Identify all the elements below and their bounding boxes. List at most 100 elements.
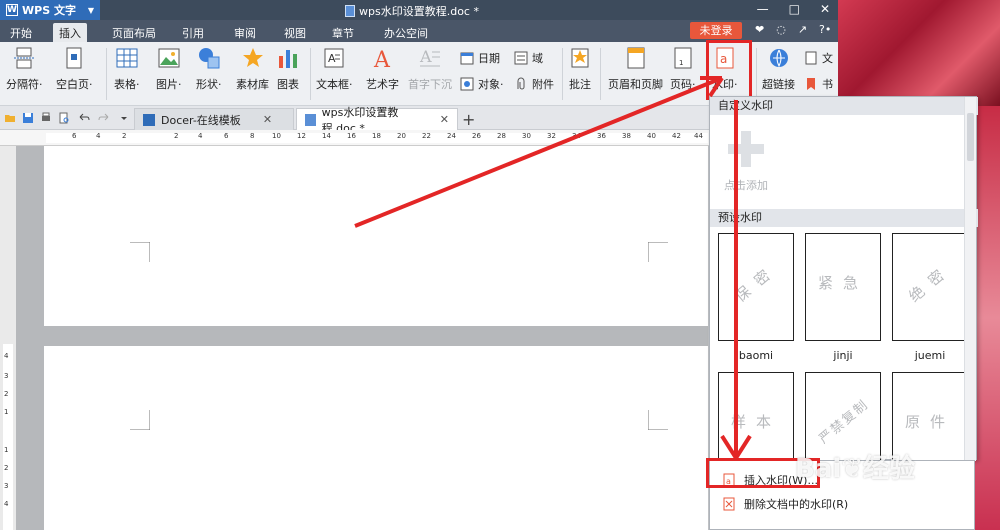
material-library-label: 素材库 bbox=[236, 78, 269, 91]
ruler-tick: 8 bbox=[250, 132, 255, 140]
ruler-tick: 6 bbox=[72, 132, 77, 140]
ruler-tick: 42 bbox=[672, 132, 681, 140]
scrollbar-thumb[interactable] bbox=[967, 113, 974, 161]
baidu-logo-watermark: Bai❦经验 bbox=[795, 454, 916, 484]
shirt-icon[interactable]: ↗ bbox=[798, 23, 807, 36]
skin-icon[interactable]: ❤ bbox=[755, 23, 764, 36]
tab-references[interactable]: 引用 bbox=[176, 23, 210, 42]
preset-watermark-jinji[interactable]: 紧急 bbox=[805, 233, 881, 341]
add-custom-watermark-label: 点击添加 bbox=[724, 179, 768, 192]
tab-right-icons: ❤ ◌ ↗ ?• bbox=[755, 23, 831, 36]
minimize-button[interactable]: — bbox=[757, 2, 769, 16]
delete-watermark-menu-item[interactable]: 删除文档中的水印(R) bbox=[710, 493, 976, 515]
ribbon-divider bbox=[562, 48, 563, 100]
hyperlink-button[interactable]: 超链接 bbox=[762, 46, 795, 92]
picture-icon bbox=[158, 48, 180, 68]
sync-icon[interactable]: ◌ bbox=[776, 23, 786, 36]
tab-insert[interactable]: 插入 bbox=[53, 23, 87, 42]
object-button[interactable]: 对象· bbox=[460, 76, 504, 92]
bookmark-button[interactable]: 书 bbox=[804, 76, 833, 92]
document-page[interactable] bbox=[44, 346, 708, 530]
chevron-down-icon: ▼ bbox=[87, 5, 94, 15]
new-tab-icon[interactable]: + bbox=[462, 110, 475, 129]
watermark-preview-text: 绝密 bbox=[905, 259, 956, 306]
close-icon[interactable]: ✕ bbox=[263, 113, 272, 126]
field-button[interactable]: 域 bbox=[514, 50, 543, 66]
panel-scrollbar[interactable] bbox=[964, 97, 976, 461]
tab-home[interactable]: 开始 bbox=[4, 23, 38, 42]
page-number-label: 页码· bbox=[670, 78, 696, 91]
ruler-tick: 36 bbox=[597, 132, 606, 140]
tab-section[interactable]: 章节 bbox=[326, 23, 360, 42]
preset-watermark-header: 预设水印 bbox=[710, 209, 978, 227]
text-box-icon: A bbox=[324, 48, 344, 68]
preset-watermark-baomi[interactable]: 保密 bbox=[718, 233, 794, 341]
svg-text:A: A bbox=[328, 52, 336, 65]
margin-corner-mark bbox=[130, 242, 150, 262]
chart-button[interactable]: 图表 bbox=[276, 46, 300, 92]
add-custom-watermark-button[interactable]: 点击添加 bbox=[718, 131, 774, 195]
tab-view[interactable]: 视图 bbox=[278, 23, 312, 42]
wps-logo-icon: W bbox=[6, 4, 18, 16]
horizontal-ruler[interactable]: 6 4 2 2 4 6 8 10 12 14 16 18 20 22 24 26… bbox=[0, 130, 710, 146]
tab-office-space[interactable]: 办公空间 bbox=[378, 23, 434, 42]
redo-icon[interactable] bbox=[98, 112, 110, 124]
watermark-preview-text: 原件 bbox=[904, 413, 955, 431]
app-name: WPS 文字 bbox=[22, 4, 76, 17]
text-partial-label: 文 bbox=[822, 52, 833, 65]
date-button[interactable]: 日期 bbox=[460, 50, 500, 66]
print-icon[interactable] bbox=[40, 112, 52, 124]
document-page[interactable] bbox=[44, 146, 708, 326]
blank-page-button[interactable]: 空白页· bbox=[56, 46, 93, 92]
ruler-tick: 4 bbox=[96, 132, 101, 140]
header-footer-button[interactable]: 页眉和页脚 bbox=[608, 46, 663, 92]
word-art-button[interactable]: A 艺术字 bbox=[366, 46, 399, 92]
attachment-button[interactable]: 附件 bbox=[514, 76, 554, 92]
undo-icon[interactable] bbox=[78, 112, 90, 124]
login-button[interactable]: 未登录 bbox=[690, 22, 742, 39]
print-preview-icon[interactable] bbox=[58, 112, 70, 124]
table-button[interactable]: 表格· bbox=[114, 46, 140, 92]
close-icon[interactable]: ✕ bbox=[440, 113, 449, 126]
vertical-ruler[interactable]: 4 3 2 1 1 2 3 4 bbox=[0, 146, 16, 530]
doc-tab-docer[interactable]: Docer-在线模板 ✕ bbox=[134, 108, 294, 130]
drop-cap-button[interactable]: A 首字下沉 bbox=[408, 46, 452, 92]
baidu-url-watermark: jingyan.baidu.com bbox=[848, 485, 941, 496]
document-canvas[interactable] bbox=[16, 146, 708, 530]
preset-watermark-juemi[interactable]: 绝密 bbox=[892, 233, 968, 341]
ruler-tick: 32 bbox=[547, 132, 556, 140]
chart-icon bbox=[279, 50, 297, 68]
preset-label: baomi bbox=[738, 349, 774, 362]
doc-tab-current[interactable]: wps水印设置教程.doc * ✕ bbox=[296, 106, 458, 135]
section-break-button[interactable]: 分隔符· bbox=[6, 46, 43, 92]
help-icon[interactable]: ?• bbox=[819, 23, 831, 36]
text-box-button[interactable]: A 文本框· bbox=[316, 46, 353, 92]
ruler-tick: 6 bbox=[224, 132, 229, 140]
ruler-tick: 3 bbox=[4, 372, 9, 380]
page-number-button[interactable]: 1 页码· bbox=[670, 46, 696, 92]
header-footer-label: 页眉和页脚 bbox=[608, 78, 663, 91]
ruler-tick: 4 bbox=[4, 352, 9, 360]
tab-review[interactable]: 审阅 bbox=[228, 23, 262, 42]
header-footer-icon bbox=[627, 47, 644, 69]
save-icon[interactable] bbox=[22, 112, 34, 124]
shape-button[interactable]: 形状· bbox=[196, 46, 222, 92]
text-partial-button[interactable]: 文 bbox=[804, 50, 833, 66]
app-menu-button[interactable]: W WPS 文字 ▼ bbox=[0, 0, 100, 20]
watermark-preview-text: 样本 bbox=[730, 413, 781, 431]
tab-page-layout[interactable]: 页面布局 bbox=[106, 23, 162, 42]
object-icon bbox=[460, 77, 474, 91]
maximize-button[interactable]: □ bbox=[789, 2, 800, 16]
close-button[interactable]: ✕ bbox=[820, 2, 830, 16]
doc-file-icon bbox=[345, 5, 355, 17]
comment-button[interactable]: 批注 bbox=[568, 46, 592, 92]
material-library-button[interactable]: 素材库 bbox=[236, 46, 269, 92]
shape-icon bbox=[198, 48, 220, 69]
ruler-tick: 40 bbox=[647, 132, 656, 140]
window-controls: — □ ✕ bbox=[757, 2, 830, 16]
ruler-tick: 10 bbox=[272, 132, 281, 140]
picture-button[interactable]: 图片· bbox=[156, 46, 182, 92]
open-folder-icon[interactable] bbox=[4, 112, 16, 124]
customize-dropdown-icon[interactable] bbox=[118, 112, 130, 124]
table-label: 表格· bbox=[114, 78, 140, 91]
